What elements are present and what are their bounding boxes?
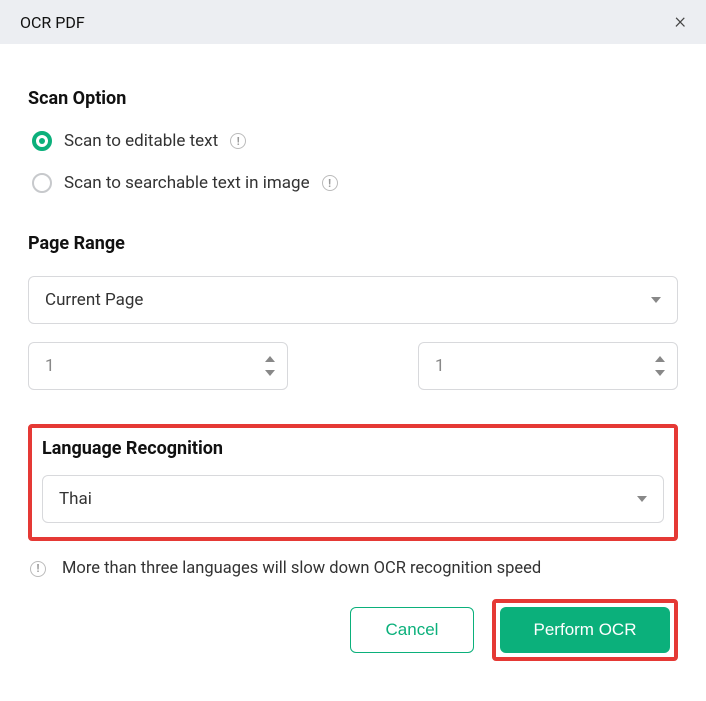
radio-unselected-icon	[32, 173, 52, 193]
perform-ocr-button[interactable]: Perform OCR	[500, 607, 670, 653]
page-from-stepper[interactable]: 1	[28, 342, 288, 390]
chevron-up-icon[interactable]	[655, 356, 665, 362]
dialog-title: OCR PDF	[20, 13, 85, 32]
chevron-down-icon	[651, 297, 661, 303]
page-to-value: 1	[435, 356, 445, 376]
dialog-buttons: Cancel Perform OCR	[350, 599, 678, 661]
chevron-down-icon[interactable]	[655, 370, 665, 376]
page-range-section: Page Range Current Page 1 1	[28, 233, 678, 390]
stepper-arrows	[655, 356, 665, 376]
info-icon: !	[30, 561, 46, 577]
chevron-down-icon[interactable]	[265, 370, 275, 376]
page-range-spinners: 1 1	[28, 342, 678, 390]
page-range-value: Current Page	[45, 290, 143, 310]
stepper-arrows	[265, 356, 275, 376]
scan-option-searchable[interactable]: Scan to searchable text in image !	[28, 173, 678, 193]
language-select[interactable]: Thai	[42, 475, 664, 523]
page-to-stepper[interactable]: 1	[418, 342, 678, 390]
close-icon[interactable]: ×	[674, 11, 686, 33]
titlebar: OCR PDF ×	[0, 0, 706, 44]
cancel-button[interactable]: Cancel	[350, 607, 474, 653]
chevron-down-icon	[637, 496, 647, 502]
language-value: Thai	[59, 489, 92, 509]
info-icon[interactable]: !	[230, 133, 246, 149]
page-range-select[interactable]: Current Page	[28, 276, 678, 324]
info-icon[interactable]: !	[322, 175, 338, 191]
dialog-content: Scan Option Scan to editable text ! Scan…	[0, 44, 706, 578]
chevron-up-icon[interactable]	[265, 356, 275, 362]
scan-option-editable[interactable]: Scan to editable text !	[28, 131, 678, 151]
radio-selected-icon	[32, 131, 52, 151]
warning-text: More than three languages will slow down…	[62, 559, 541, 578]
page-from-value: 1	[45, 356, 55, 376]
language-header: Language Recognition	[42, 438, 664, 459]
page-range-header: Page Range	[28, 233, 678, 254]
perform-highlight: Perform OCR	[492, 599, 678, 661]
radio-label: Scan to editable text	[64, 131, 218, 151]
radio-label: Scan to searchable text in image	[64, 173, 310, 193]
language-warning: ! More than three languages will slow do…	[28, 559, 678, 578]
language-highlight: Language Recognition Thai	[28, 424, 678, 541]
scan-option-header: Scan Option	[28, 88, 678, 109]
